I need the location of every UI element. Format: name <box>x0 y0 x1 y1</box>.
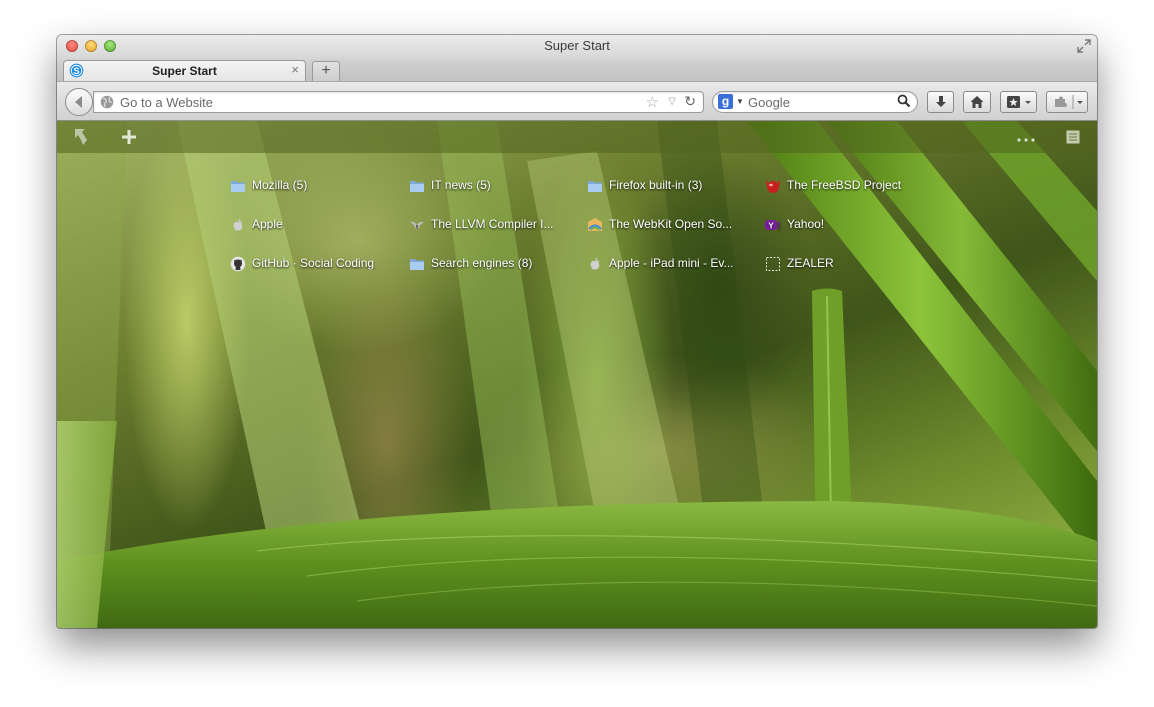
tab-super-start[interactable]: S Super Start × <box>63 60 306 81</box>
blank-icon <box>765 256 781 272</box>
bookmark-star-icon[interactable]: ☆ <box>646 93 659 111</box>
back-button[interactable] <box>65 88 93 116</box>
navigation-toolbar: ☆ ▽ ↻ g ▼ <box>57 81 1097 121</box>
fullscreen-icon[interactable] <box>1077 39 1091 53</box>
undo-arrow-icon[interactable] <box>73 128 89 146</box>
speed-dial-label: Search engines (8) <box>431 256 533 270</box>
home-button[interactable] <box>963 91 991 113</box>
new-tab-button[interactable]: + <box>312 61 340 81</box>
speed-dial-label: GitHub · Social Coding <box>252 256 375 270</box>
apple-icon <box>587 256 603 272</box>
browser-window: Super Start S Super Start × + ☆ ▽ ↻ <box>57 35 1097 628</box>
freebsd-icon <box>765 178 781 194</box>
zoom-window-button[interactable] <box>104 40 116 52</box>
more-dots-icon[interactable] <box>1016 137 1036 143</box>
folder-icon <box>587 178 603 194</box>
speed-dial-label: Mozilla (5) <box>252 178 308 192</box>
google-engine-icon[interactable]: g <box>718 94 733 109</box>
speed-dial-label: IT news (5) <box>431 178 491 192</box>
search-input[interactable] <box>748 92 888 112</box>
github-icon <box>230 256 246 272</box>
speed-dial-label: The WebKit Open So... <box>609 217 733 231</box>
webkit-icon <box>587 217 603 233</box>
speed-dial-label: The FreeBSD Project <box>787 178 902 192</box>
add-plus-icon[interactable] <box>121 129 137 145</box>
speed-dial-label: Apple <box>252 217 283 231</box>
super-start-toolbar <box>57 121 1097 153</box>
puzzle-icon <box>1055 95 1083 109</box>
url-bar[interactable]: ☆ ▽ ↻ <box>93 91 704 113</box>
folder-icon <box>409 178 425 194</box>
speed-dial-label: Firefox built-in (3) <box>609 178 703 192</box>
downloads-button[interactable] <box>927 91 954 113</box>
addon-button[interactable] <box>1046 91 1088 113</box>
bookmarks-icon <box>1007 96 1031 108</box>
speed-dial-label: ZEALER <box>787 256 834 270</box>
url-history-dropdown-icon[interactable]: ▽ <box>668 96 676 107</box>
svg-text:Y: Y <box>768 221 774 230</box>
folder-icon <box>230 178 246 194</box>
minimize-window-button[interactable] <box>85 40 97 52</box>
back-arrow-icon <box>75 96 82 108</box>
home-icon <box>970 96 984 108</box>
tab-label: Super Start <box>152 64 217 78</box>
notes-list-icon[interactable] <box>1066 130 1080 144</box>
title-bar: Super Start <box>57 35 1097 59</box>
globe-icon <box>100 95 114 109</box>
speed-dial-label: The LLVM Compiler I... <box>431 217 554 231</box>
apple-icon <box>230 217 246 233</box>
speed-dial-label: Yahoo! <box>787 217 825 231</box>
svg-text:!: ! <box>777 221 780 232</box>
reload-icon[interactable]: ↻ <box>684 93 696 110</box>
folder-icon <box>409 256 425 272</box>
grass-wallpaper <box>57 121 1097 628</box>
close-window-button[interactable] <box>66 40 78 52</box>
yahoo-icon: Y! <box>765 217 781 233</box>
download-icon <box>935 96 946 107</box>
engine-dropdown-icon[interactable]: ▼ <box>736 97 744 106</box>
speed-dial-label: Apple - iPad mini - Ev... <box>609 256 734 270</box>
url-input[interactable] <box>120 92 640 112</box>
tab-close-icon[interactable]: × <box>291 62 299 77</box>
tab-strip: S Super Start × + <box>57 59 1097 81</box>
bookmarks-button[interactable] <box>1000 91 1037 113</box>
window-title: Super Start <box>544 38 610 53</box>
super-start-page: Mozilla (5) IT news (5) Firefox built-in (… <box>57 121 1097 628</box>
llvm-icon <box>409 217 425 233</box>
search-icon[interactable] <box>897 94 911 108</box>
search-bar[interactable]: g ▼ <box>712 91 918 113</box>
